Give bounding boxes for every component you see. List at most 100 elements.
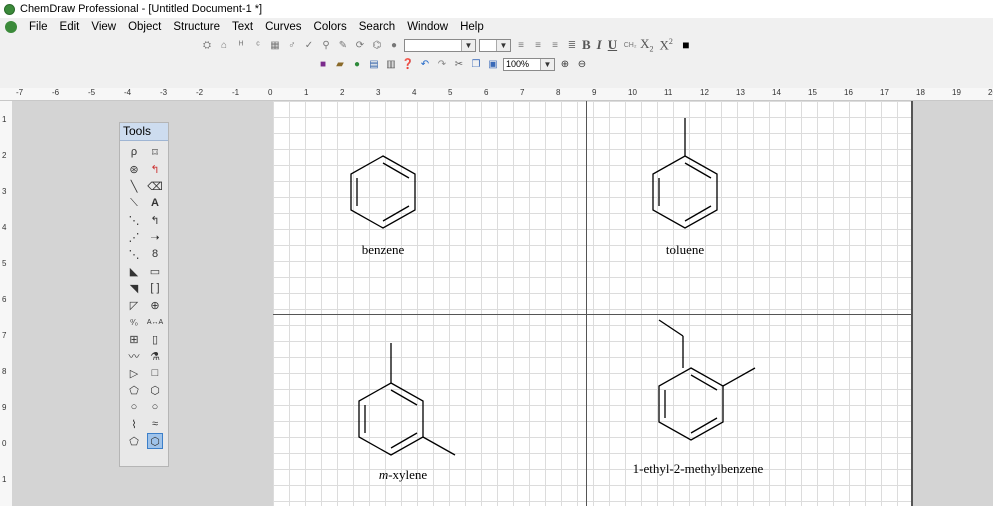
zoom-in-icon[interactable]: ⊕	[558, 58, 572, 71]
table-icon[interactable]: ▦	[268, 39, 282, 52]
menu-window[interactable]: Window	[401, 21, 454, 33]
page-divider-horizontal	[273, 314, 913, 315]
menu-search[interactable]: Search	[353, 21, 401, 33]
hollow-wedge-icon[interactable]: ◸	[126, 297, 142, 313]
bond-single-icon[interactable]: ╲	[126, 178, 142, 194]
ruler-tick-label: 8	[2, 367, 7, 376]
zoom-select[interactable]: 100% ▼	[503, 57, 555, 71]
table-tool-icon[interactable]: ⊞	[126, 331, 142, 347]
document-icon[interactable]	[5, 20, 17, 33]
menu-object[interactable]: Object	[122, 21, 167, 33]
align-left-icon[interactable]: ≡	[514, 39, 528, 52]
menu-view[interactable]: View	[85, 21, 122, 33]
menu-file[interactable]: File	[23, 21, 54, 33]
print-icon[interactable]: ▥	[384, 58, 398, 71]
tlc-plate-icon[interactable]: ▯	[147, 331, 163, 347]
stereo-icon[interactable]: ⚲	[319, 39, 333, 52]
dashed-bond-icon[interactable]: ⋱	[126, 212, 142, 228]
structure-perspective-icon[interactable]: ↰	[147, 161, 163, 177]
paste-icon[interactable]: ▣	[486, 58, 500, 71]
chevron-down-icon: ▼	[496, 39, 510, 51]
benzene-structure[interactable]	[343, 146, 423, 236]
eraser-icon[interactable]: ⌫	[147, 178, 163, 194]
hashed-bond-icon[interactable]: ⋰	[126, 229, 142, 245]
ruler-tick-label: -5	[88, 88, 96, 97]
check-structure-icon[interactable]: ✓	[302, 39, 316, 52]
copy-icon[interactable]: ❐	[469, 58, 483, 71]
atom-map-icon[interactable]: A↔A	[147, 314, 163, 330]
rotate-icon[interactable]: ⊛	[126, 161, 142, 177]
superscript-button[interactable]: X2	[660, 37, 673, 53]
menu-help[interactable]: Help	[454, 21, 490, 33]
toluene-structure[interactable]	[645, 116, 725, 236]
new-document-icon[interactable]: ■	[316, 58, 330, 71]
chair-right-icon[interactable]: ≈	[147, 416, 163, 432]
template-tool-icon[interactable]: ⚗	[147, 348, 163, 364]
align-center-icon[interactable]: ≡	[531, 39, 545, 52]
cut-icon[interactable]: ✂	[452, 58, 466, 71]
chair-left-icon[interactable]: ⌇	[126, 416, 142, 432]
wedge-bond-icon[interactable]: ◣	[126, 263, 142, 279]
undo-icon[interactable]: ↶	[418, 58, 432, 71]
ruler-tick-label: 16	[844, 88, 853, 97]
color-black-swatch[interactable]: ■	[679, 38, 693, 52]
cyclohexane-icon[interactable]: ⬡	[147, 382, 163, 398]
open-icon[interactable]: ▰	[333, 58, 347, 71]
chemical-symbols-icon[interactable]: ⊕	[147, 297, 163, 313]
bond-double-icon[interactable]: ⟍	[126, 195, 142, 211]
query-tool-icon[interactable]: ⁰⁄₀	[126, 314, 142, 330]
underline-button[interactable]: U	[608, 37, 617, 53]
clean-structure-icon[interactable]: ♂	[285, 39, 299, 52]
workspace[interactable]: Tools ρ ⌑ ⊛ ↰ ╲ ⌫ ⟍ A ⋱ ↰ ⋰ ➝ ⋱ 8 ◣ ▭ ◥ [ ] ◸ ⊕ ⁰⁄…	[12, 101, 993, 506]
arrow-tool-icon[interactable]: ➝	[147, 229, 163, 245]
bold-button[interactable]: B	[582, 37, 591, 53]
play-icon[interactable]: ▷	[126, 365, 142, 381]
cyclooctane-icon[interactable]: ○	[147, 399, 163, 415]
bond-icon[interactable]: ⌬	[370, 39, 384, 52]
1-ethyl-2-methylbenzene-structure[interactable]	[653, 316, 773, 446]
menu-structure[interactable]: Structure	[167, 21, 226, 33]
chain-tool-icon[interactable]: 〰	[126, 348, 142, 364]
c-nmr-icon[interactable]: ᶜ	[251, 39, 265, 52]
hashed-wedge-icon[interactable]: ⋱	[126, 246, 142, 262]
brackets-icon[interactable]: [ ]	[147, 280, 163, 296]
cycloheptane-icon[interactable]: ○	[126, 399, 142, 415]
marquee-icon[interactable]: ⌑	[147, 144, 163, 160]
save-icon[interactable]: ▤	[367, 58, 381, 71]
chevron-down-icon: ▼	[540, 58, 554, 70]
menu-curves[interactable]: Curves	[259, 21, 307, 33]
zoom-out-icon[interactable]: ⊖	[575, 58, 589, 71]
m-xylene-structure[interactable]	[351, 341, 461, 466]
structure-tool-icon[interactable]: ✎	[336, 39, 350, 52]
nmr-predict-icon[interactable]: ⌂	[217, 39, 231, 52]
stamp-icon[interactable]: ●	[387, 39, 401, 52]
text-tool-icon[interactable]: A	[147, 195, 163, 211]
redo-icon[interactable]: ↷	[435, 58, 449, 71]
formula-icon[interactable]: CH₂	[623, 39, 637, 52]
align-right-icon[interactable]: ≡	[548, 39, 562, 52]
justify-icon[interactable]: ≣	[565, 39, 579, 52]
orbital-tool-icon[interactable]: 8	[147, 246, 163, 262]
pen-tool-icon[interactable]: ↰	[147, 212, 163, 228]
menu-edit[interactable]: Edit	[54, 21, 86, 33]
cyclopentadiene-icon[interactable]: ⬠	[126, 433, 142, 449]
help-icon[interactable]: ❓	[401, 58, 415, 71]
ring-template-tool[interactable]: ⬡	[147, 433, 163, 449]
subscript-button[interactable]: X2	[640, 36, 653, 54]
document-page[interactable]: benzene toluene m-xylene 1-ethyl-2-methy…	[273, 101, 913, 506]
ruler-tick-label: 4	[412, 88, 417, 97]
bold-wedge-icon[interactable]: ◥	[126, 280, 142, 296]
cyclopentane-icon[interactable]: ⬠	[126, 382, 142, 398]
italic-button[interactable]: I	[597, 37, 602, 53]
font-select[interactable]: ▼	[404, 38, 476, 52]
drawing-elements-icon[interactable]: ▭	[147, 263, 163, 279]
menu-colors[interactable]: Colors	[308, 21, 353, 33]
reaction-icon[interactable]: ⟳	[353, 39, 367, 52]
square-shape-icon[interactable]: □	[147, 365, 163, 381]
lasso-icon[interactable]: ρ	[126, 144, 142, 160]
chemdraw-open-icon[interactable]: ●	[350, 58, 364, 71]
menu-text[interactable]: Text	[226, 21, 259, 33]
struct-to-name-icon[interactable]: ⛭	[200, 39, 214, 52]
font-size-select[interactable]: ▼	[479, 38, 511, 52]
h-nmr-icon[interactable]: ᴴ	[234, 39, 248, 52]
